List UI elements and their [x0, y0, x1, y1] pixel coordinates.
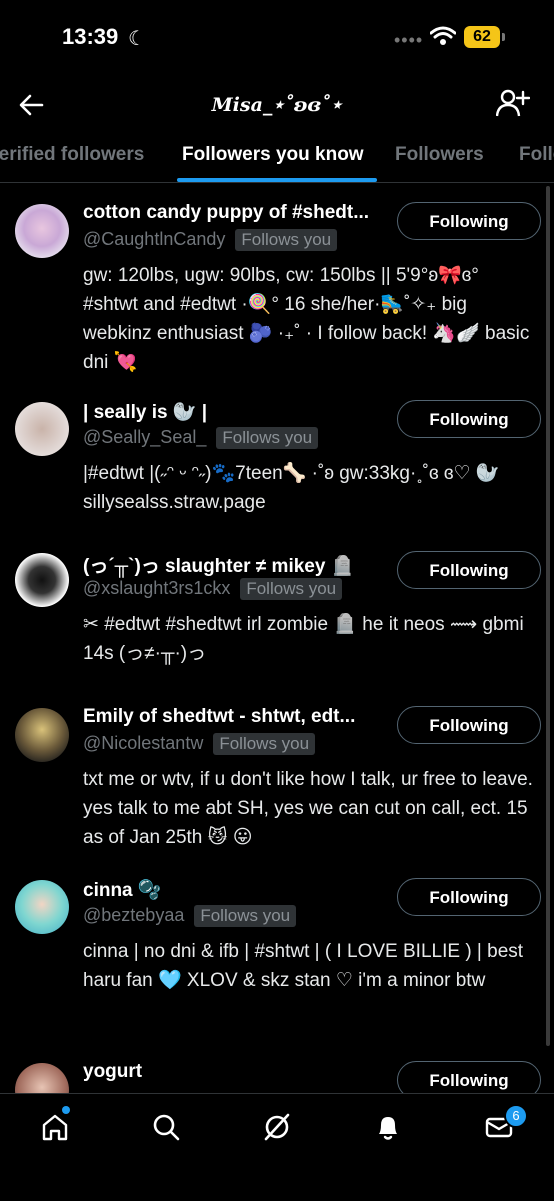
tab-following[interactable]: Following	[519, 144, 554, 166]
status-bar: 13:39 ☾ •••• 62	[0, 0, 554, 80]
user-bio: cinna | no dni & ifb | #shtwt | ( I LOVE…	[83, 941, 524, 991]
follower-list: cotton candy puppy of #shedt... @Caughtl…	[0, 183, 554, 1093]
tab-followers-you-know[interactable]: Followers you know	[182, 144, 364, 166]
battery-tip	[502, 33, 505, 41]
search-icon[interactable]	[151, 1112, 181, 1147]
user-bio: |#edtwt |(˶ᵔ ᵕ ᵔ˶)🐾7teen🦴 ·˚ʚ gw:33kg·˳˚…	[83, 463, 500, 513]
following-button[interactable]: Following	[397, 878, 541, 916]
following-button[interactable]: Following	[397, 551, 541, 589]
follows-you-badge: Follows you	[213, 733, 316, 755]
notifications-bell-icon[interactable]	[373, 1112, 403, 1147]
follows-you-badge: Follows you	[216, 427, 319, 449]
user-handle: @xslaught3rs1ckx	[83, 578, 231, 598]
user-handle: @Nicolestantw	[83, 733, 204, 753]
avatar[interactable]	[15, 402, 69, 456]
follows-you-badge: Follows you	[194, 905, 297, 927]
user-name[interactable]: cinna 🫧	[83, 878, 162, 902]
bottom-nav: 6	[0, 1093, 554, 1201]
user-name[interactable]: | seally is 🦭 |	[83, 400, 207, 424]
avatar[interactable]	[15, 553, 69, 607]
tab-verified-followers[interactable]: Verified followers	[0, 144, 144, 166]
handle-row: @Seally_Seal_ Follows you	[83, 427, 319, 449]
avatar[interactable]	[15, 1063, 69, 1093]
user-bio: gw: 120lbs, ugw: 90lbs, cw: 150lbs || 5'…	[83, 265, 530, 373]
wifi-icon	[429, 26, 457, 51]
follows-you-badge: Follows you	[235, 229, 338, 251]
following-button[interactable]: Following	[397, 202, 541, 240]
status-time: 13:39	[62, 24, 119, 49]
tabs-bar: Verified followers Followers you know Fo…	[0, 132, 554, 183]
following-button[interactable]: Following	[397, 706, 541, 744]
user-bio: ✂ #edtwt #shedtwt irl zombie 🪦 he it neo…	[83, 614, 524, 664]
active-tab-indicator	[177, 178, 377, 182]
signal-icon: ••••	[394, 30, 424, 50]
page-title: Misa_⋆˚ʚɞ˚⋆	[211, 94, 343, 116]
following-button[interactable]: Following	[397, 1061, 541, 1093]
follows-you-badge: Follows you	[240, 578, 343, 600]
user-bio: txt me or wtv, if u don't like how I tal…	[83, 769, 533, 848]
handle-row: @xslaught3rs1ckx Follows you	[83, 578, 343, 600]
user-name[interactable]: Emily of shedtwt - shtwt, edt...	[83, 706, 355, 728]
user-handle: @CaughtlnCandy	[83, 229, 226, 249]
user-handle: @Seally_Seal_	[83, 427, 207, 447]
grok-icon[interactable]	[262, 1112, 292, 1147]
scrollbar[interactable]	[546, 186, 550, 1046]
avatar[interactable]	[15, 204, 69, 258]
header: Misa_⋆˚ʚɞ˚⋆	[0, 80, 554, 132]
user-name[interactable]: cotton candy puppy of #shedt...	[83, 202, 369, 224]
tab-followers[interactable]: Followers	[395, 144, 484, 166]
home-notification-dot	[62, 1106, 70, 1114]
avatar[interactable]	[15, 880, 69, 934]
user-name[interactable]: yogurt	[83, 1061, 142, 1083]
messages-badge: 6	[504, 1104, 528, 1128]
avatar[interactable]	[15, 708, 69, 762]
following-button[interactable]: Following	[397, 400, 541, 438]
handle-row: @CaughtlnCandy Follows you	[83, 229, 338, 251]
battery-indicator: 62	[464, 26, 500, 48]
user-name[interactable]: (っ´╥`)っ slaughter ≠ mikey 🪦	[83, 551, 354, 578]
user-handle: @beztebyaa	[83, 905, 185, 925]
handle-row: @Nicolestantw Follows you	[83, 733, 316, 755]
home-icon[interactable]	[40, 1112, 70, 1147]
add-user-icon[interactable]	[495, 88, 531, 123]
moon-icon: ☾	[128, 28, 146, 50]
handle-row: @beztebyaa Follows you	[83, 905, 297, 927]
